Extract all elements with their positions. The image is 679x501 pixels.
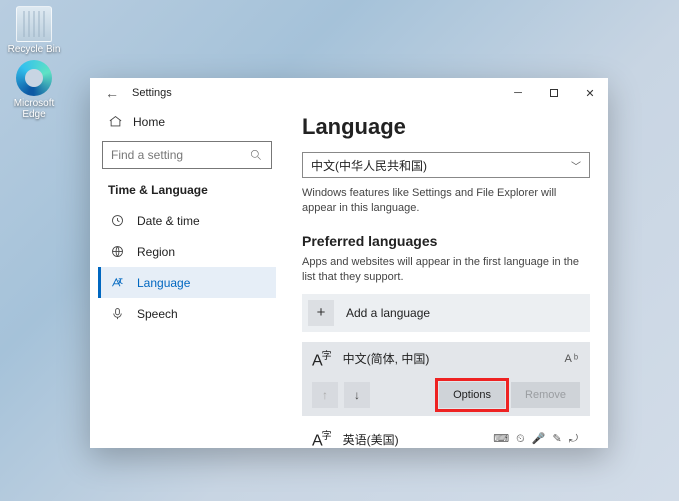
search-icon: [249, 148, 263, 162]
language-icon: [110, 275, 125, 290]
add-language-button[interactable]: + Add a language: [302, 294, 590, 332]
recycle-bin-label: Recycle Bin: [4, 44, 64, 55]
window-title: Settings: [132, 87, 172, 99]
options-button[interactable]: Options: [439, 382, 505, 408]
chevron-down-icon: ﹀: [571, 158, 581, 173]
display-language-dropdown[interactable]: 中文(中华人民共和国) ﹀: [302, 152, 590, 178]
preferred-description: Apps and websites will appear in the fir…: [302, 255, 590, 286]
move-down-button[interactable]: ↓: [344, 382, 370, 408]
sidebar: Home Find a setting Time & Language Date…: [90, 108, 284, 448]
search-input[interactable]: Find a setting: [102, 141, 272, 169]
back-button[interactable]: ←: [100, 81, 124, 105]
maximize-button[interactable]: [536, 78, 572, 108]
minimize-button[interactable]: ─: [500, 78, 536, 108]
plus-icon: +: [308, 300, 334, 326]
mic-icon: [110, 306, 125, 321]
nav-label: Speech: [137, 307, 178, 321]
edge-label: Microsoft Edge: [4, 98, 64, 120]
add-language-label: Add a language: [346, 306, 430, 320]
clock-icon: [110, 213, 125, 228]
main-panel: Language 中文(中华人民共和国) ﹀ Windows features …: [284, 108, 608, 448]
globe-icon: [110, 244, 125, 259]
preferred-heading: Preferred languages: [302, 233, 590, 249]
desktop: Recycle Bin Microsoft Edge ← Settings ─ …: [0, 0, 679, 501]
nav-speech[interactable]: Speech: [98, 298, 276, 329]
search-placeholder: Find a setting: [111, 148, 183, 162]
nav-region[interactable]: Region: [98, 236, 276, 267]
close-button[interactable]: ✕: [572, 78, 608, 108]
settings-window: ← Settings ─ ✕ Home Find a setting Time …: [90, 78, 608, 448]
home-label: Home: [133, 115, 165, 129]
language-glyph-icon: A字: [312, 430, 331, 448]
move-up-button[interactable]: ↑: [312, 382, 338, 408]
nav-label: Date & time: [137, 214, 200, 228]
default-input-icon: Aᵇ: [565, 353, 581, 365]
display-language-description: Windows features like Settings and File …: [302, 186, 590, 217]
language-name: 中文(简体, 中国): [343, 350, 430, 367]
nav-date-time[interactable]: Date & time: [98, 205, 276, 236]
dropdown-value: 中文(中华人民共和国): [311, 157, 427, 174]
feature-icons: ⌨ ⏲ 🎤 ✎ ⤾: [493, 432, 580, 446]
nav-language[interactable]: Language: [98, 267, 276, 298]
category-header: Time & Language: [98, 179, 276, 205]
remove-button[interactable]: Remove: [511, 382, 580, 408]
recycle-bin-icon[interactable]: Recycle Bin: [4, 6, 64, 55]
nav-label: Region: [137, 245, 175, 259]
home-nav[interactable]: Home: [98, 108, 276, 135]
page-title: Language: [302, 114, 590, 140]
language-item-en[interactable]: A字 英语(美国) ⌨ ⏲ 🎤 ✎ ⤾: [302, 426, 590, 448]
edge-icon[interactable]: Microsoft Edge: [4, 60, 64, 120]
language-name: 英语(美国): [343, 431, 399, 448]
home-icon: [108, 114, 123, 129]
language-glyph-icon: A字: [312, 350, 331, 368]
titlebar: ← Settings ─ ✕: [90, 78, 608, 108]
nav-label: Language: [137, 276, 190, 290]
language-item-zh[interactable]: A字 中文(简体, 中国) Aᵇ ↑ ↓ Options Remove: [302, 342, 590, 416]
